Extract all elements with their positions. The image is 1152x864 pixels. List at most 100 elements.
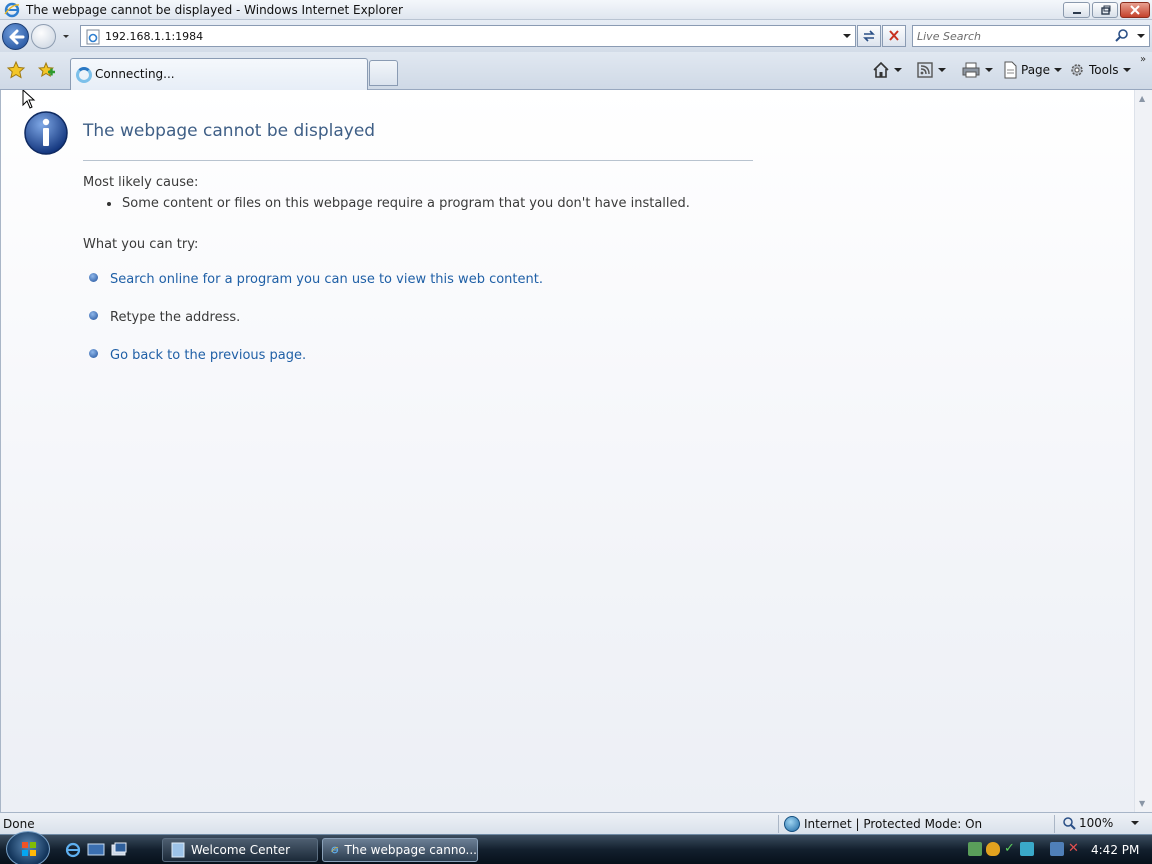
back-button[interactable] <box>2 23 29 50</box>
navigation-bar: 192.168.1.1:1984 <box>0 20 1152 52</box>
tab-bar: Connecting... Page Tools » <box>0 52 1152 90</box>
stop-icon <box>889 30 899 41</box>
switch-windows-icon[interactable] <box>110 842 128 858</box>
more-commands-chevron-icon[interactable]: » <box>1140 54 1146 65</box>
close-icon <box>1130 5 1140 15</box>
close-button[interactable] <box>1120 2 1150 18</box>
security-zone-label: Internet | Protected Mode: On <box>804 817 983 831</box>
restore-icon <box>1101 5 1111 15</box>
checkmark-tray-icon[interactable]: ✓ <box>1004 842 1018 856</box>
print-dropdown-chevron-down-icon[interactable] <box>984 65 994 75</box>
zoom-level: 100% <box>1079 816 1114 830</box>
taskbar-item-internet-explorer[interactable]: The webpage canno... <box>322 838 478 862</box>
show-desktop-icon[interactable] <box>87 842 105 858</box>
favorites-star-icon[interactable] <box>6 60 26 80</box>
mouse-cursor-icon <box>22 90 36 109</box>
internet-explorer-icon <box>4 2 20 18</box>
connection-tray-icon[interactable] <box>1050 842 1064 856</box>
security-shield-icon[interactable] <box>986 842 1000 856</box>
status-text: Done <box>3 817 35 831</box>
search-input[interactable] <box>917 28 1107 44</box>
gear-icon <box>1071 64 1083 76</box>
bullet-icon <box>89 273 98 282</box>
page-title: The webpage cannot be displayed <box>83 121 376 141</box>
home-button[interactable] <box>872 60 903 80</box>
status-bar: Done Internet | Protected Mode: On 100% <box>0 812 1152 834</box>
page-icon <box>86 29 100 45</box>
loading-spinner-icon <box>76 67 92 83</box>
cause-list-item: Some content or files on this webpage re… <box>107 196 690 211</box>
taskbar: Welcome Center The webpage canno... ✓ ✕ … <box>0 831 1152 864</box>
recent-pages-chevron-down-icon[interactable] <box>60 30 72 42</box>
try-item-go-back: Go back to the previous page. <box>89 348 306 363</box>
vertical-scrollbar[interactable]: ▲ ▼ <box>1134 90 1152 812</box>
clock[interactable]: 4:42 PM <box>1091 843 1139 857</box>
bullet-icon <box>89 311 98 320</box>
scroll-down-arrow-icon[interactable]: ▼ <box>1139 799 1145 808</box>
try-item-retype-address: Retype the address. <box>89 310 240 325</box>
tab-current[interactable]: Connecting... <box>70 58 368 90</box>
feeds-dropdown-chevron-down-icon[interactable] <box>937 65 947 75</box>
taskbar-item-label: Welcome Center <box>191 843 291 857</box>
try-item-search-online: Search online for a program you can use … <box>89 272 543 287</box>
page-menu-label: Page <box>1021 63 1051 77</box>
internet-explorer-icon <box>331 846 339 854</box>
tools-chevron-down-icon <box>1122 68 1131 72</box>
retype-address-text: Retype the address. <box>110 310 241 325</box>
home-icon <box>873 61 889 78</box>
title-bar: The webpage cannot be displayed - Window… <box>0 0 1152 20</box>
home-dropdown-chevron-down-icon[interactable] <box>893 65 903 75</box>
security-zone[interactable]: Internet | Protected Mode: On <box>784 816 982 832</box>
zoom-control[interactable]: 100% <box>1062 816 1140 830</box>
cause-item-text: Some content or files on this webpage re… <box>122 196 690 211</box>
page-chevron-down-icon <box>1054 68 1063 72</box>
print-icon <box>962 62 980 78</box>
forward-button[interactable] <box>31 24 56 49</box>
info-icon <box>24 111 68 155</box>
stop-button[interactable] <box>882 25 906 47</box>
welcome-center-icon <box>171 842 185 858</box>
scroll-up-arrow-icon[interactable]: ▲ <box>1139 94 1145 103</box>
address-url[interactable]: 192.168.1.1:1984 <box>105 30 203 43</box>
status-separator <box>778 815 779 833</box>
bullet-icon <box>107 201 111 206</box>
windows-logo-icon <box>22 842 36 856</box>
tools-menu-button[interactable]: Tools <box>1068 60 1132 80</box>
search-online-link[interactable]: Search online for a program you can use … <box>110 272 543 287</box>
globe-icon <box>784 816 800 832</box>
volume-muted-icon[interactable]: ✕ <box>1068 842 1082 856</box>
minimize-button[interactable] <box>1063 2 1090 18</box>
zoom-magnifier-icon <box>1063 817 1076 830</box>
feeds-icon <box>917 62 933 78</box>
taskbar-item-label: The webpage canno... <box>344 843 477 857</box>
page-menu-icon <box>1004 61 1017 79</box>
cause-heading: Most likely cause: <box>83 175 199 190</box>
sidebar-tray-icon[interactable] <box>1020 842 1034 856</box>
minimize-icon <box>1072 12 1081 14</box>
divider <box>83 160 753 161</box>
try-heading: What you can try: <box>83 237 199 252</box>
restore-button[interactable] <box>1092 2 1118 18</box>
go-back-link[interactable]: Go back to the previous page. <box>110 348 306 363</box>
zoom-chevron-down-icon[interactable] <box>1130 818 1140 828</box>
add-to-favorites-icon[interactable] <box>36 60 56 80</box>
page-menu-button[interactable]: Page <box>1002 60 1063 80</box>
window-title: The webpage cannot be displayed - Window… <box>26 3 403 17</box>
refresh-icon <box>863 30 875 42</box>
bullet-icon <box>89 349 98 358</box>
status-separator <box>1054 815 1055 833</box>
back-arrow-icon <box>9 29 25 45</box>
feeds-button[interactable] <box>916 60 947 80</box>
start-button[interactable] <box>6 831 50 864</box>
search-box[interactable] <box>912 25 1150 47</box>
taskbar-item-welcome-center[interactable]: Welcome Center <box>162 838 318 862</box>
search-options-chevron-down-icon[interactable] <box>1135 30 1147 42</box>
quick-launch-ie-icon[interactable] <box>64 842 82 858</box>
network-tray-icon[interactable] <box>968 842 982 856</box>
print-button[interactable] <box>961 60 994 80</box>
search-icon[interactable] <box>1113 28 1131 44</box>
address-dropdown-chevron-down-icon[interactable] <box>842 31 852 41</box>
refresh-button[interactable] <box>857 25 881 47</box>
new-tab-button[interactable] <box>369 60 398 86</box>
address-bar[interactable]: 192.168.1.1:1984 <box>80 25 856 47</box>
